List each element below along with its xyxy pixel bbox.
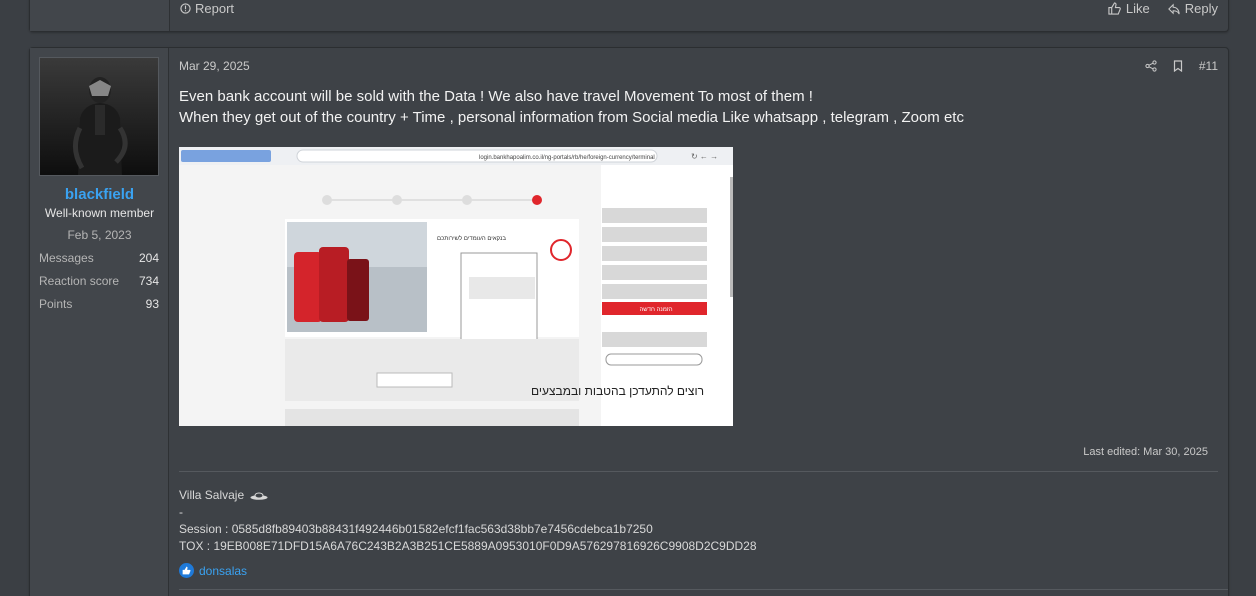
avatar-image [40,58,158,175]
bookmark-icon[interactable] [1173,60,1183,72]
attached-screenshot[interactable]: login.bankhapoalim.co.il/ng-portals/rb/h… [179,147,733,426]
signature-tox: TOX : 19EB008E71DFD15A6A76C243B2A3B251CE… [179,539,757,553]
report-icon [180,3,191,14]
avatar[interactable] [39,57,159,176]
signature-session: Session : 0585d8fb89403b88431f492446b015… [179,522,653,536]
post-footer-divider [179,589,1228,590]
previous-post-user-cell [30,0,170,31]
signature-dash: - [179,505,183,519]
stat-label: Reaction score [39,274,120,288]
stat-label: Messages [39,251,94,265]
stat-value: 734 [138,274,159,288]
signature-line: Villa Salvaje [179,487,757,504]
post-number[interactable]: #11 [1199,59,1218,73]
post-content: Mar 29, 2025 #11 Even bank account will … [179,48,1228,596]
stat-points: Points 93 [39,297,159,311]
url-text: login.bankhapoalim.co.il/ng-portals/rb/h… [479,155,655,161]
join-date: Feb 5, 2023 [67,228,132,242]
like-button[interactable]: Like [1108,1,1150,16]
sombrero-icon [250,492,267,500]
reply-button[interactable]: Reply [1167,1,1218,16]
reaction-user[interactable]: donsalas [199,564,247,578]
svg-text:בנקאים העומדים לשירותכם: בנקאים העומדים לשירותכם [437,234,506,242]
stat-value: 204 [138,251,159,265]
forum-post: blackfield Well-known member Feb 5, 2023… [29,47,1229,596]
reply-label: Reply [1184,1,1218,16]
stat-label: Points [39,297,73,311]
thumbs-up-icon [1108,2,1121,15]
post-body-line: When they get out of the country + Time … [179,109,964,126]
post-header-actions: #11 [1145,59,1218,73]
stat-messages: Messages 204 [39,251,159,265]
last-edited: Last edited: Mar 30, 2025 [1083,446,1208,458]
signature: Villa Salvaje - Session : 0585d8fb89403b… [179,487,757,555]
reply-icon [1167,2,1180,15]
stat-reaction-score: Reaction score 734 [39,274,159,288]
like-label: Like [1125,1,1150,16]
stat-value: 93 [145,297,159,311]
reactions-bar[interactable]: donsalas [179,563,247,578]
report-label: Report [195,1,235,16]
signature-divider [179,471,1218,472]
post-body-line: Even bank account will be sold with the … [179,88,813,105]
share-icon[interactable] [1145,60,1157,72]
post-date[interactable]: Mar 29, 2025 [179,59,250,73]
hebrew-headline: רוצים להתעדכן בהטבות ובמבצעים [531,384,704,398]
post-body: Even bank account will be sold with the … [179,86,964,128]
user-info-cell: blackfield Well-known member Feb 5, 2023… [30,48,169,596]
like-reaction-icon [179,563,194,578]
username[interactable]: blackfield [30,186,169,203]
report-link[interactable]: Report [180,1,234,16]
signature-name: Villa Salvaje [179,488,245,502]
new-order-label: הזמנה חדשה [639,307,672,313]
user-title: Well-known member [44,206,155,220]
svg-text:↻ ← →: ↻ ← → [691,152,718,161]
attached-image: login.bankhapoalim.co.il/ng-portals/rb/h… [179,147,733,426]
previous-post-footer: Report Like Reply [29,0,1229,32]
